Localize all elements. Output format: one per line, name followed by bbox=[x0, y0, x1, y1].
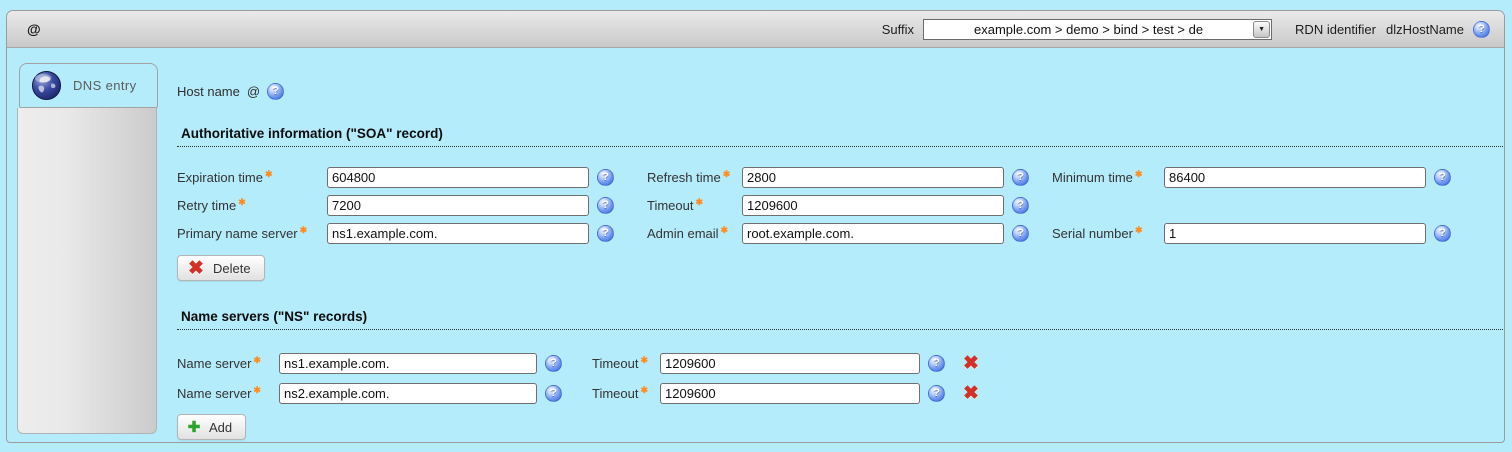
help-icon[interactable] bbox=[267, 83, 284, 100]
add-button-label: Add bbox=[209, 420, 232, 435]
host-name-value: @ bbox=[247, 84, 260, 99]
name-server-label: Name server✱ bbox=[177, 356, 279, 371]
required-icon: ✱ bbox=[253, 385, 261, 395]
rdn-identifier-value: dlzHostName bbox=[1386, 22, 1464, 37]
tab-dns-entry-label: DNS entry bbox=[73, 78, 137, 93]
name-server-label: Name server✱ bbox=[177, 386, 279, 401]
host-name-row: Host name @ bbox=[177, 83, 1503, 100]
refresh-time-field[interactable] bbox=[742, 167, 1004, 188]
required-icon: ✱ bbox=[640, 355, 648, 365]
help-icon[interactable] bbox=[545, 355, 562, 372]
ns-section-title: Name servers ("NS" records) bbox=[177, 309, 1503, 330]
primary-name-server-label: Primary name server✱ bbox=[177, 226, 327, 241]
primary-name-server-field[interactable] bbox=[327, 223, 589, 244]
required-icon: ✱ bbox=[695, 197, 703, 207]
help-icon[interactable] bbox=[1012, 225, 1029, 242]
help-icon[interactable] bbox=[1473, 21, 1490, 38]
suffix-label: Suffix bbox=[882, 22, 914, 37]
delete-button[interactable]: Delete bbox=[177, 255, 265, 281]
serial-number-label: Serial number✱ bbox=[1052, 226, 1164, 241]
help-icon[interactable] bbox=[597, 169, 614, 186]
add-plus-icon bbox=[185, 418, 203, 436]
globe-icon bbox=[31, 70, 62, 101]
dns-entry-form: Host name @ Authoritative information ("… bbox=[177, 58, 1503, 440]
tab-dns-entry[interactable]: DNS entry bbox=[19, 63, 158, 108]
soa-section-title: Authoritative information ("SOA" record) bbox=[177, 126, 1503, 147]
remove-row-icon[interactable] bbox=[960, 382, 982, 404]
soa-fields-grid: Expiration time✱ Refresh time✱ Minimum t… bbox=[177, 163, 1503, 247]
required-icon: ✱ bbox=[723, 169, 731, 179]
required-icon: ✱ bbox=[1135, 169, 1143, 179]
name-server-field[interactable] bbox=[279, 353, 537, 374]
expiration-time-field[interactable] bbox=[327, 167, 589, 188]
help-icon[interactable] bbox=[928, 355, 945, 372]
minimum-time-field[interactable] bbox=[1164, 167, 1426, 188]
help-icon[interactable] bbox=[1434, 225, 1451, 242]
help-icon[interactable] bbox=[597, 197, 614, 214]
required-icon: ✱ bbox=[721, 225, 729, 235]
refresh-time-label: Refresh time✱ bbox=[647, 170, 742, 185]
timeout-field[interactable] bbox=[742, 195, 1004, 216]
entry-title: @ bbox=[27, 21, 41, 37]
admin-email-label: Admin email✱ bbox=[647, 226, 742, 241]
add-button[interactable]: Add bbox=[177, 414, 246, 440]
serial-number-field[interactable] bbox=[1164, 223, 1426, 244]
ns-timeout-field[interactable] bbox=[660, 353, 920, 374]
required-icon: ✱ bbox=[238, 197, 246, 207]
timeout-label: Timeout✱ bbox=[647, 198, 742, 213]
suffix-selected-value: example.com > demo > bind > test > de bbox=[924, 22, 1253, 37]
admin-email-field[interactable] bbox=[742, 223, 1004, 244]
minimum-time-label: Minimum time✱ bbox=[1052, 170, 1164, 185]
remove-row-icon[interactable] bbox=[960, 352, 982, 374]
rdn-identifier-label: RDN identifier bbox=[1295, 22, 1376, 37]
title-bar-right: Suffix example.com > demo > bind > test … bbox=[882, 19, 1490, 40]
required-icon: ✱ bbox=[1135, 225, 1143, 235]
help-icon[interactable] bbox=[1434, 169, 1451, 186]
help-icon[interactable] bbox=[1012, 169, 1029, 186]
required-icon: ✱ bbox=[253, 355, 261, 365]
help-icon[interactable] bbox=[928, 385, 945, 402]
suffix-select[interactable]: example.com > demo > bind > test > de bbox=[923, 19, 1272, 40]
rdn-identifier: RDN identifier dlzHostName bbox=[1295, 22, 1464, 37]
retry-time-field[interactable] bbox=[327, 195, 589, 216]
help-icon[interactable] bbox=[1012, 197, 1029, 214]
help-icon[interactable] bbox=[545, 385, 562, 402]
ns-timeout-field[interactable] bbox=[660, 383, 920, 404]
ns-timeout-label: Timeout✱ bbox=[592, 356, 660, 371]
sidebar-panel bbox=[17, 108, 157, 434]
required-icon: ✱ bbox=[265, 169, 273, 179]
ns-records-grid: Name server✱ Timeout✱ Name server✱ Timeo… bbox=[177, 348, 1503, 408]
help-icon[interactable] bbox=[597, 225, 614, 242]
chevron-down-icon[interactable] bbox=[1253, 21, 1270, 38]
ns-timeout-label: Timeout✱ bbox=[592, 386, 660, 401]
main-panel: @ Suffix example.com > demo > bind > tes… bbox=[6, 10, 1505, 443]
required-icon: ✱ bbox=[300, 225, 308, 235]
host-name-label: Host name bbox=[177, 84, 240, 99]
expiration-time-label: Expiration time✱ bbox=[177, 170, 327, 185]
retry-time-label: Retry time✱ bbox=[177, 198, 327, 213]
delete-button-label: Delete bbox=[213, 261, 251, 276]
delete-x-icon bbox=[185, 257, 207, 279]
name-server-field[interactable] bbox=[279, 383, 537, 404]
required-icon: ✱ bbox=[640, 385, 648, 395]
title-bar: @ Suffix example.com > demo > bind > tes… bbox=[7, 11, 1504, 48]
